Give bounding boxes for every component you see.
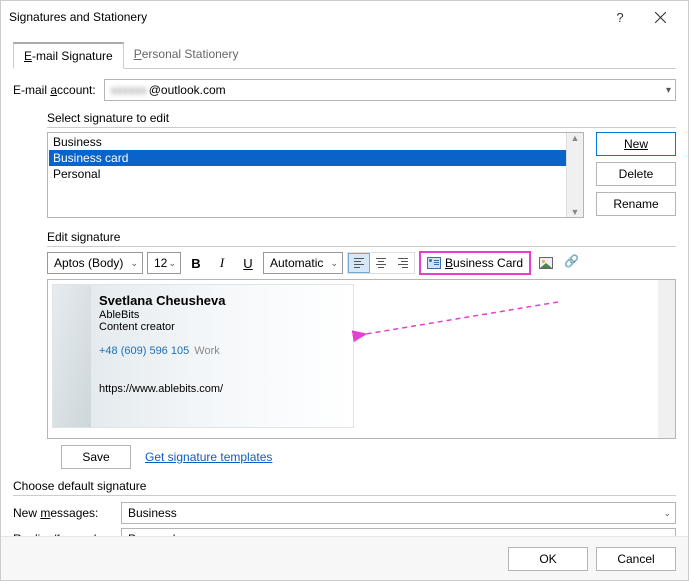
- font-select[interactable]: Aptos (Body)⌄: [47, 252, 143, 274]
- select-signature-section: Select signature to edit Business Busine…: [47, 111, 676, 218]
- rename-button[interactable]: Rename: [596, 192, 676, 216]
- annotation-arrow: [348, 298, 568, 368]
- edit-signature-label: Edit signature: [47, 230, 676, 247]
- templates-link[interactable]: Get signature templates: [145, 450, 272, 464]
- hyperlink-icon: [564, 256, 580, 270]
- account-blurred-prefix: xxxxxx: [111, 83, 147, 97]
- card-phone: +48 (609) 596 105 Work: [99, 345, 345, 357]
- card-side-graphic: [53, 285, 91, 427]
- business-card-preview: Svetlana Cheusheva AbleBits Content crea…: [52, 284, 354, 428]
- email-account-select[interactable]: xxxxxx @outlook.com ▾: [104, 79, 676, 101]
- cancel-button[interactable]: Cancel: [596, 547, 676, 571]
- signature-item[interactable]: Personal: [49, 166, 566, 182]
- signature-area: Business Business card Personal ▲▼ New D…: [47, 132, 676, 218]
- signature-buttons: New Delete Rename: [596, 132, 676, 218]
- content-area: E-mail Signature Personal Stationery E-m…: [1, 33, 688, 469]
- signature-list-inner: Business Business card Personal: [49, 134, 566, 216]
- dialog-footer: OK Cancel: [1, 536, 688, 580]
- titlebar: Signatures and Stationery ?: [1, 1, 688, 33]
- delete-button[interactable]: Delete: [596, 162, 676, 186]
- dialog-title: Signatures and Stationery: [9, 10, 600, 24]
- business-card-icon: [427, 257, 441, 269]
- italic-button[interactable]: I: [211, 252, 233, 274]
- save-row: Save Get signature templates: [61, 445, 676, 469]
- new-messages-row: New messages: Business⌄: [13, 502, 676, 524]
- tab-email-signature[interactable]: E-mail Signature: [13, 42, 124, 69]
- help-button[interactable]: ?: [600, 3, 640, 31]
- dialog: Signatures and Stationery ? E-mail Signa…: [0, 0, 689, 581]
- scrollbar[interactable]: [658, 280, 675, 438]
- business-card-button[interactable]: Business Card: [419, 251, 531, 275]
- new-button[interactable]: New: [596, 132, 676, 156]
- underline-button[interactable]: U: [237, 252, 259, 274]
- signature-item[interactable]: Business card: [49, 150, 566, 166]
- new-messages-label: New messages:: [13, 506, 121, 520]
- font-size-select[interactable]: 12⌄: [147, 252, 181, 274]
- align-group: [347, 252, 415, 274]
- email-account-label: E-mail account:: [13, 83, 96, 97]
- insert-picture-button[interactable]: [535, 252, 557, 274]
- picture-icon: [539, 257, 553, 269]
- select-signature-label: Select signature to edit: [47, 111, 676, 128]
- account-domain: @outlook.com: [149, 83, 226, 97]
- tab-strip: E-mail Signature Personal Stationery: [13, 41, 676, 69]
- ok-button[interactable]: OK: [508, 547, 588, 571]
- bold-button[interactable]: B: [185, 252, 207, 274]
- align-center-button[interactable]: [370, 253, 392, 273]
- tab-personal-stationery[interactable]: Personal Stationery: [124, 42, 249, 69]
- save-button[interactable]: Save: [61, 445, 131, 469]
- choose-default-label: Choose default signature: [13, 479, 676, 496]
- close-button[interactable]: [640, 3, 680, 31]
- card-company: AbleBits: [99, 309, 345, 321]
- align-left-button[interactable]: [348, 253, 370, 273]
- card-website: https://www.ablebits.com/: [99, 383, 345, 395]
- new-messages-select[interactable]: Business⌄: [121, 502, 676, 524]
- align-right-button[interactable]: [392, 253, 414, 273]
- insert-hyperlink-button[interactable]: [561, 252, 583, 274]
- chevron-down-icon: ⌄: [330, 258, 338, 269]
- chevron-down-icon: ▾: [666, 85, 671, 96]
- font-color-select[interactable]: Automatic⌄: [263, 252, 343, 274]
- card-role: Content creator: [99, 321, 345, 333]
- scrollbar[interactable]: ▲▼: [566, 133, 583, 217]
- chevron-down-icon: ⌄: [168, 258, 176, 269]
- editor-toolbar: Aptos (Body)⌄ 12⌄ B I U Automatic⌄ Busin…: [47, 251, 676, 275]
- chevron-down-icon: ⌄: [663, 508, 671, 519]
- signature-list[interactable]: Business Business card Personal ▲▼: [47, 132, 584, 218]
- signature-item[interactable]: Business: [49, 134, 566, 150]
- chevron-down-icon: ⌄: [130, 258, 138, 269]
- signature-editor[interactable]: Svetlana Cheusheva AbleBits Content crea…: [47, 279, 676, 439]
- email-account-row: E-mail account: xxxxxx @outlook.com ▾: [13, 79, 676, 101]
- close-icon: [655, 12, 666, 23]
- card-name: Svetlana Cheusheva: [99, 293, 345, 308]
